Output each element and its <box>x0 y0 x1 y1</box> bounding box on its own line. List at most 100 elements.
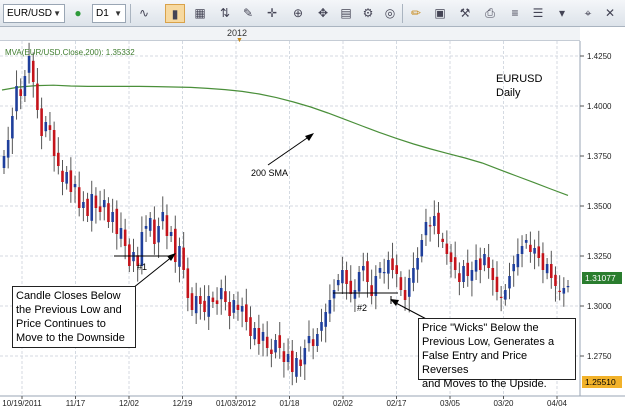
candle <box>428 225 432 227</box>
candle <box>474 260 478 272</box>
candle <box>274 340 277 353</box>
candle <box>478 258 482 270</box>
candle <box>554 274 557 286</box>
note-price-wick: Price "Wicks" Below the Previous Low, Ge… <box>418 318 576 390</box>
candle <box>407 278 411 297</box>
candle <box>261 332 265 341</box>
candle <box>353 290 357 299</box>
candle <box>483 254 486 266</box>
chart-subtitle: Daily <box>496 87 521 99</box>
price-tick-label: 1.4250 <box>587 52 612 61</box>
candle <box>466 262 470 276</box>
candle <box>44 122 48 132</box>
note1-line: the Previous Low and <box>16 304 122 316</box>
candle <box>433 216 436 226</box>
candle <box>115 208 119 234</box>
time-tick-label: 04/04 <box>547 399 568 408</box>
candle <box>65 172 68 184</box>
candle <box>382 272 386 274</box>
candle <box>524 240 528 243</box>
time-tick-label: 03/20 <box>493 399 514 408</box>
time-tick-label: 11/17 <box>66 399 86 408</box>
candle <box>420 240 424 257</box>
candle <box>487 257 490 268</box>
note2-line: Previous Low, Generates a <box>422 336 555 348</box>
candle <box>203 300 206 312</box>
candle <box>441 238 444 242</box>
candle <box>19 89 23 96</box>
candle <box>462 266 465 282</box>
candle <box>86 198 89 216</box>
candle <box>449 252 453 262</box>
candle <box>119 228 123 239</box>
candle <box>69 170 73 192</box>
candle <box>533 248 536 254</box>
candle <box>253 328 256 340</box>
candle <box>224 291 227 302</box>
candle <box>316 334 319 346</box>
candle <box>349 280 353 294</box>
price-tick-label: 1.3500 <box>587 202 612 211</box>
sma-arrow <box>267 135 311 166</box>
candle <box>366 261 369 282</box>
candle <box>148 218 152 231</box>
time-tick-label: 01/03/2012 <box>216 399 257 408</box>
price-tick-label: 1.4000 <box>587 102 612 111</box>
candle <box>558 290 561 292</box>
candle <box>336 280 340 286</box>
candle <box>249 317 252 336</box>
candle <box>403 290 407 300</box>
note1-line: Price Continues to <box>16 318 106 330</box>
candle <box>6 140 10 158</box>
candle <box>36 83 39 110</box>
note2-line: False Entry and Price Reverses <box>422 350 528 376</box>
candle <box>387 260 390 274</box>
candle <box>190 293 194 310</box>
sma-layer <box>1 84 569 196</box>
candle <box>357 272 361 292</box>
candle <box>370 285 373 296</box>
candle <box>107 203 110 222</box>
candle <box>48 125 52 130</box>
note-candle-close: Candle Closes Below the Previous Low and… <box>12 286 136 348</box>
time-tick-label: 02/02 <box>333 399 354 408</box>
candle <box>61 170 64 182</box>
candle <box>537 246 541 258</box>
arrow-head-icon <box>305 133 314 141</box>
price-tick-label: 1.2750 <box>587 352 612 361</box>
candle <box>391 258 394 270</box>
candle <box>23 76 27 96</box>
candle <box>278 335 282 348</box>
candle <box>328 300 332 314</box>
candle <box>52 130 56 156</box>
price-tick-label: 1.3250 <box>587 252 612 261</box>
candle <box>324 312 327 327</box>
candle <box>361 266 365 271</box>
candle <box>399 277 403 290</box>
candle <box>395 265 399 274</box>
candle <box>458 273 461 282</box>
candle <box>245 304 248 322</box>
candle <box>424 222 428 236</box>
candle <box>499 296 503 298</box>
time-tick-label: 01/18 <box>279 399 300 408</box>
candle <box>240 306 244 312</box>
marker-1: #1 <box>137 262 147 272</box>
candle <box>73 184 77 188</box>
bottom-tag: 1.25510 <box>585 377 616 387</box>
candle <box>257 328 261 344</box>
candle <box>504 290 507 300</box>
time-tick-label: 12/19 <box>172 399 193 408</box>
candle <box>512 264 515 272</box>
candle <box>194 296 198 314</box>
chart-title: EURUSD <box>496 73 543 85</box>
candle <box>282 351 286 362</box>
price-tag: 1.31077 <box>585 273 616 283</box>
candle <box>102 200 106 208</box>
candle <box>132 252 135 262</box>
candle <box>412 268 415 283</box>
candle <box>320 322 323 331</box>
sma-line <box>1 84 569 196</box>
candle <box>299 359 302 366</box>
candle <box>57 152 60 166</box>
